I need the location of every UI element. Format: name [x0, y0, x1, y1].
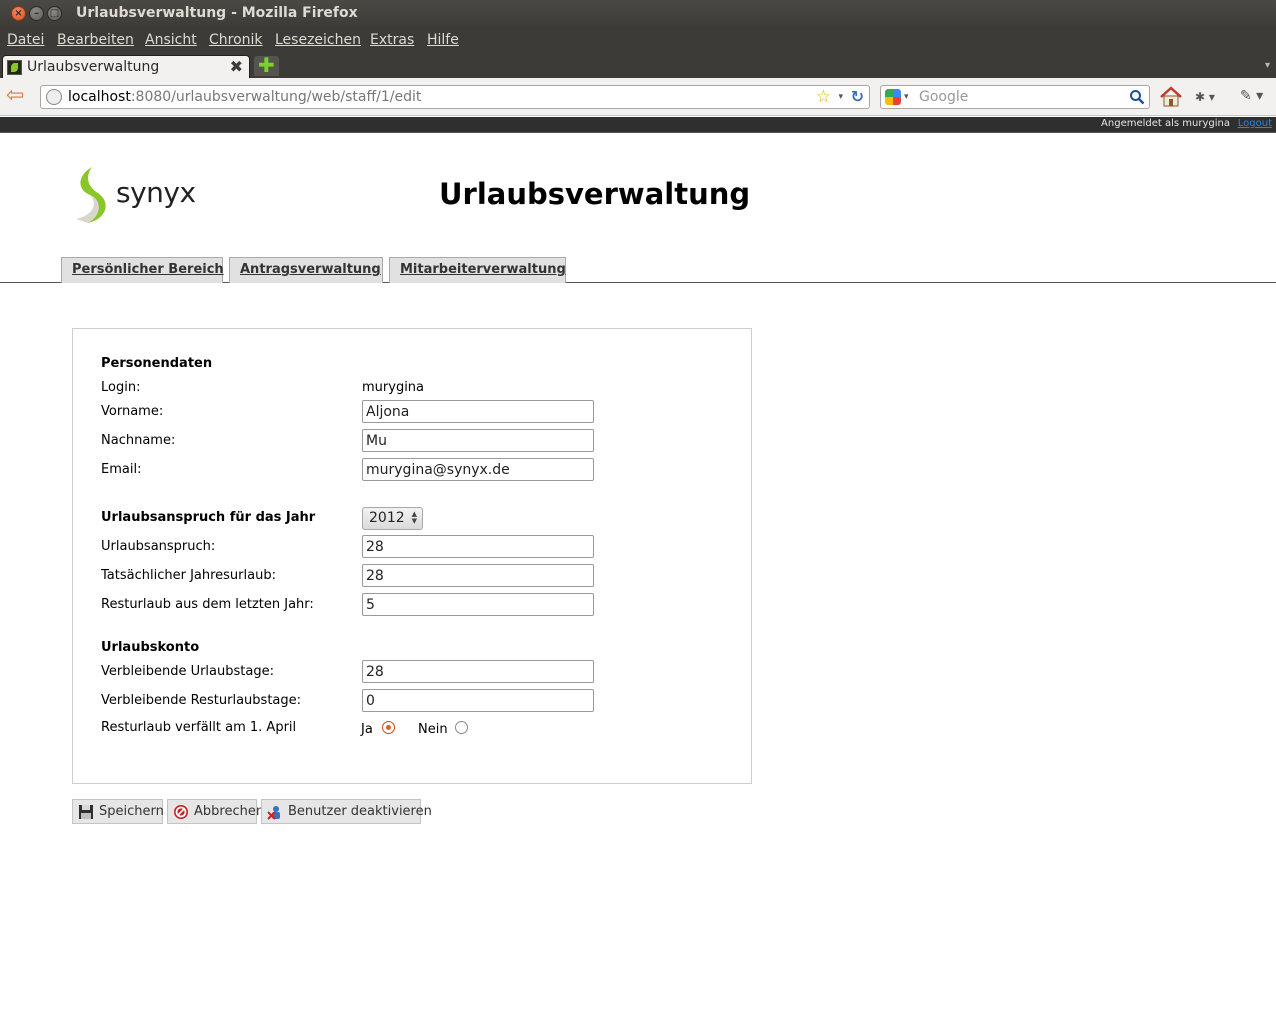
- url-history-dropdown-icon[interactable]: ▾: [838, 92, 843, 102]
- firstname-field[interactable]: [362, 400, 594, 423]
- deactivate-user-button-label: Benutzer deaktivieren: [288, 804, 432, 819]
- entitlement-label: Urlaubsanspruch:: [101, 539, 216, 554]
- maximize-icon: □: [49, 8, 60, 19]
- spinner-arrows-icon: ▲ ▼: [411, 510, 417, 525]
- search-icon[interactable]: [1129, 89, 1145, 105]
- cancel-button-label: Abbrechen: [194, 804, 265, 819]
- menu-bar: Datei Bearbeiten Ansicht Chronik Lesezei…: [0, 28, 1276, 54]
- logout-link[interactable]: Logout: [1238, 118, 1272, 129]
- plus-icon: ✚: [258, 53, 275, 77]
- browser-tab[interactable]: Urlaubsverwaltung ✖: [2, 55, 250, 79]
- lastname-field[interactable]: [362, 429, 594, 452]
- window-maximize-button[interactable]: □: [47, 6, 62, 21]
- browser-tab-label: Urlaubsverwaltung: [27, 59, 160, 75]
- logged-in-as: Angemeldet als murygina: [1101, 118, 1230, 129]
- menu-ansicht[interactable]: Ansicht: [145, 32, 197, 48]
- window-titlebar: × – □ Urlaubsverwaltung - Mozilla Firefo…: [0, 0, 1276, 28]
- menu-hilfe[interactable]: Hilfe: [427, 32, 459, 48]
- cancel-icon: [174, 805, 188, 819]
- firstname-label: Vorname:: [101, 404, 164, 419]
- entitlement-field[interactable]: [362, 535, 594, 558]
- remaining-rest-days-label: Verbleibende Resturlaubstage:: [101, 693, 302, 708]
- year-value: 2012: [369, 510, 405, 526]
- floppy-disk-icon: [79, 805, 93, 819]
- addon-icon[interactable]: ✱ ▾: [1195, 90, 1215, 104]
- section-urlaubskonto: Urlaubskonto: [101, 640, 200, 655]
- google-icon[interactable]: [885, 89, 901, 105]
- save-button-label: Speichern: [99, 804, 164, 819]
- menu-lesezeichen[interactable]: Lesezeichen: [275, 32, 361, 48]
- site-identity-icon[interactable]: [46, 89, 62, 105]
- remaining-last-year-field[interactable]: [362, 593, 594, 616]
- minimize-icon: –: [34, 8, 39, 19]
- year-select[interactable]: 2012 ▲ ▼: [362, 507, 423, 530]
- tab-close-icon[interactable]: ✖: [230, 57, 243, 76]
- expires-label: Resturlaub verfällt am 1. April: [101, 720, 297, 735]
- eyedropper-icon[interactable]: ✎ ▾: [1240, 88, 1263, 104]
- email-field[interactable]: [362, 458, 594, 481]
- cancel-button[interactable]: Abbrechen: [167, 799, 264, 824]
- bookmark-star-icon[interactable]: ☆: [816, 87, 831, 107]
- tab-mitarbeiterverwaltung[interactable]: Mitarbeiterverwaltung: [389, 257, 566, 283]
- email-label: Email:: [101, 462, 142, 477]
- menu-bearbeiten[interactable]: Bearbeiten: [57, 32, 134, 48]
- tab-persoenlicher-bereich[interactable]: Persönlicher Bereich: [61, 257, 224, 283]
- actual-vacation-field[interactable]: [362, 564, 594, 587]
- search-input[interactable]: Google: [919, 89, 968, 105]
- menu-datei[interactable]: Datei: [7, 32, 44, 48]
- menu-chronik[interactable]: Chronik: [209, 32, 263, 48]
- url-path: :8080/urlaubsverwaltung/web/staff/1/edit: [130, 89, 422, 105]
- reload-icon[interactable]: ↻: [851, 87, 864, 106]
- tab-bar: Urlaubsverwaltung ✖ ✚ ▾: [0, 53, 1276, 79]
- navigation-toolbar: ⇦ localhost:8080/urlaubsverwaltung/web/s…: [0, 78, 1276, 116]
- save-button[interactable]: Speichern: [72, 799, 164, 824]
- search-bar[interactable]: ▾ Google: [880, 85, 1150, 109]
- staff-edit-form: Personendaten Login: murygina Vorname: N…: [72, 328, 752, 784]
- user-remove-icon: [267, 806, 280, 820]
- url-bar[interactable]: localhost:8080/urlaubsverwaltung/web/sta…: [40, 85, 870, 109]
- session-strip: Angemeldet als murygina Logout: [0, 117, 1276, 133]
- remaining-days-label: Verbleibende Urlaubstage:: [101, 664, 274, 679]
- window-title: Urlaubsverwaltung - Mozilla Firefox: [76, 5, 358, 21]
- url-host: localhost: [68, 89, 131, 105]
- deactivate-user-button[interactable]: Benutzer deaktivieren: [261, 799, 432, 824]
- section-personendaten: Personendaten: [101, 356, 213, 371]
- tab-list-icon[interactable]: ▾: [1265, 60, 1270, 71]
- window-minimize-button[interactable]: –: [29, 6, 44, 21]
- menu-extras[interactable]: Extras: [370, 32, 414, 48]
- search-engine-dropdown-icon[interactable]: ▾: [904, 92, 909, 102]
- home-icon[interactable]: [1158, 85, 1184, 109]
- page-title: Urlaubsverwaltung: [439, 177, 751, 211]
- main-nav: Persönlicher Bereich Antragsverwaltung M…: [0, 257, 1276, 283]
- window-close-button[interactable]: ×: [11, 6, 26, 21]
- login-value: murygina: [362, 380, 425, 395]
- radio-ja-label: Ja: [361, 722, 373, 737]
- back-button[interactable]: ⇦: [6, 85, 24, 107]
- close-icon: ×: [14, 8, 23, 19]
- tab-antragsverwaltung[interactable]: Antragsverwaltung: [229, 257, 383, 283]
- synyx-logo-icon: [76, 167, 106, 223]
- radio-nein[interactable]: [455, 721, 468, 734]
- favicon-icon: [7, 60, 22, 75]
- actual-vacation-label: Tatsächlicher Jahresurlaub:: [101, 568, 276, 583]
- login-label: Login:: [101, 380, 141, 395]
- new-tab-button[interactable]: ✚: [254, 53, 279, 77]
- radio-ja[interactable]: [382, 721, 395, 734]
- url-text[interactable]: localhost:8080/urlaubsverwaltung/web/sta…: [68, 89, 421, 105]
- logo-text: synyx: [116, 176, 196, 209]
- remaining-last-year-label: Resturlaub aus dem letzten Jahr:: [101, 597, 314, 612]
- radio-nein-label: Nein: [418, 722, 448, 737]
- remaining-rest-days-field[interactable]: [362, 689, 594, 712]
- remaining-days-field[interactable]: [362, 660, 594, 683]
- section-urlaubsanspruch: Urlaubsanspruch für das Jahr: [101, 510, 316, 525]
- lastname-label: Nachname:: [101, 433, 176, 448]
